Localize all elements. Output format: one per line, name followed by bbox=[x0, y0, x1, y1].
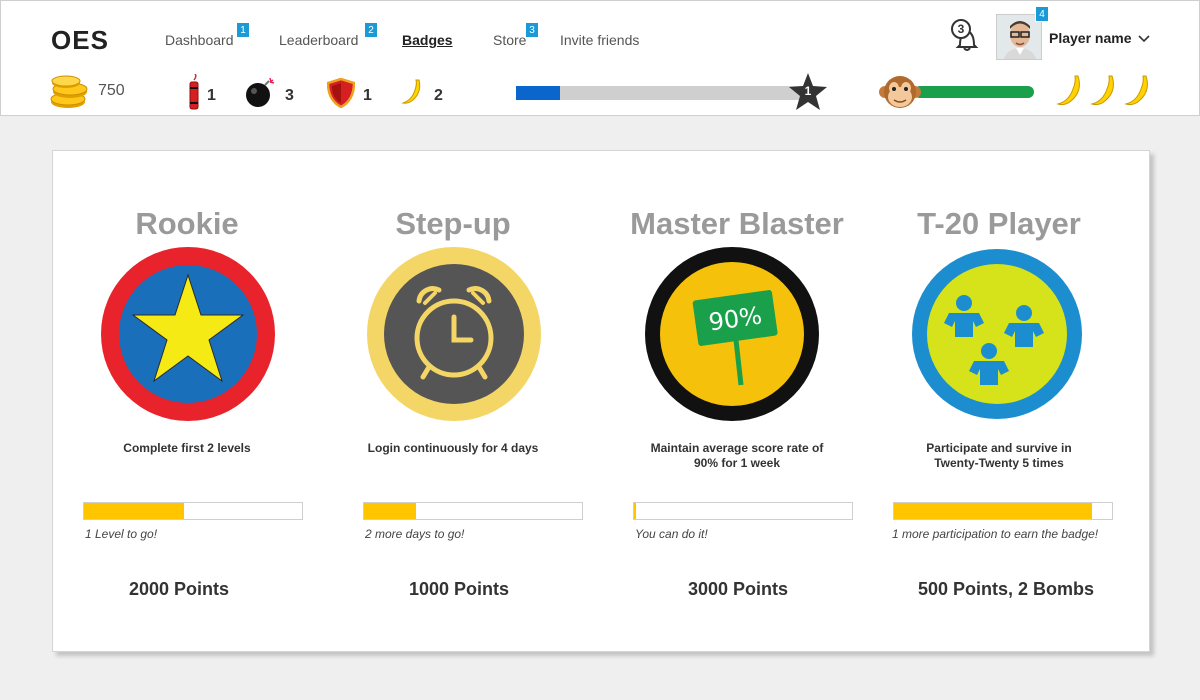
bomb-icon bbox=[245, 77, 277, 113]
dynamite-icon bbox=[186, 73, 202, 115]
badge-description: Participate and survive in Twenty-Twenty… bbox=[926, 441, 1072, 470]
nav-badges[interactable]: Badges bbox=[402, 32, 453, 48]
score-sign-icon: 90% bbox=[643, 245, 821, 423]
alarm-clock-icon bbox=[365, 245, 543, 423]
nav-leaderboard-badge: 2 bbox=[364, 22, 378, 38]
badge-progress-fill bbox=[84, 503, 185, 519]
badge-points: 500 Points, 2 Bombs bbox=[917, 579, 1095, 599]
badge-progress-bar bbox=[633, 502, 853, 520]
banana-icon bbox=[401, 78, 425, 111]
team-icon bbox=[910, 247, 1084, 421]
badges-panel: Rookie Complete first 2 levels 1 Level t… bbox=[52, 150, 1150, 652]
badge-title: Master Blaster bbox=[630, 206, 844, 241]
coins-icon bbox=[48, 74, 90, 115]
bananas-count: 2 bbox=[434, 87, 443, 104]
badge-progress-fill bbox=[364, 503, 417, 519]
nav-store[interactable]: Store bbox=[493, 32, 526, 48]
badge-points: 1000 Points bbox=[408, 579, 510, 599]
player-name-dropdown[interactable]: Player name bbox=[1049, 30, 1132, 46]
badge-title: Rookie bbox=[135, 206, 239, 241]
shield-icon bbox=[326, 77, 356, 113]
life-banana-icon bbox=[1056, 74, 1086, 108]
badge-card-t20-player[interactable]: T-20 Player Participate and survive in T… bbox=[879, 151, 1119, 651]
app-logo[interactable]: OES bbox=[51, 25, 109, 56]
badge-card-master-blaster[interactable]: Master Blaster 90% Maintain average scor… bbox=[592, 151, 882, 651]
bombs-count: 3 bbox=[285, 87, 294, 104]
notifications-bell-icon[interactable]: 3 bbox=[951, 19, 981, 53]
badge-progress-fill bbox=[894, 503, 1093, 519]
nav-store-badge: 3 bbox=[525, 22, 539, 38]
nav-leaderboard[interactable]: Leaderboard bbox=[279, 32, 358, 48]
top-navigation: OES Dashboard 1 Leaderboard 2 Badges Sto… bbox=[0, 0, 1200, 70]
monkey-avatar-icon bbox=[879, 72, 921, 112]
level-number: 1 bbox=[804, 84, 812, 98]
badge-progress-note: 1 Level to go! bbox=[85, 527, 158, 541]
badge-progress-note: You can do it! bbox=[635, 527, 708, 541]
badge-card-step-up[interactable]: Step-up Login continuously for 4 days 2 … bbox=[323, 151, 583, 651]
life-banana-icon bbox=[1090, 74, 1120, 108]
badge-description: Login continuously for 4 days bbox=[367, 441, 539, 455]
xp-progress-bar bbox=[516, 86, 806, 100]
badge-points: 2000 Points bbox=[128, 579, 230, 599]
profile-badge: 4 bbox=[1035, 6, 1049, 22]
nav-dashboard[interactable]: Dashboard bbox=[165, 32, 234, 48]
badge-progress-fill bbox=[634, 503, 637, 519]
badge-progress-note: 2 more days to go! bbox=[365, 527, 465, 541]
badge-description: Maintain average score rate of 90% for 1… bbox=[650, 441, 824, 470]
badge-title: T-20 Player bbox=[917, 206, 1081, 241]
badge-progress-bar bbox=[363, 502, 583, 520]
badge-card-rookie[interactable]: Rookie Complete first 2 levels 1 Level t… bbox=[57, 151, 317, 651]
chevron-down-icon[interactable] bbox=[1138, 31, 1150, 49]
coins-count: 750 bbox=[98, 82, 125, 99]
star-icon bbox=[99, 245, 277, 423]
badge-description: Complete first 2 levels bbox=[123, 441, 251, 455]
life-banana-icon bbox=[1124, 74, 1154, 108]
badge-title: Step-up bbox=[395, 206, 511, 241]
badge-progress-bar bbox=[893, 502, 1113, 520]
dynamite-count: 1 bbox=[207, 87, 216, 104]
nav-invite-friends[interactable]: Invite friends bbox=[560, 32, 639, 48]
xp-progress-fill bbox=[516, 86, 560, 100]
badge-progress-note: 1 more participation to earn the badge! bbox=[892, 527, 1099, 541]
shields-count: 1 bbox=[363, 87, 372, 104]
nav-dashboard-badge: 1 bbox=[236, 22, 250, 38]
health-bar bbox=[914, 86, 1034, 98]
notifications-count: 3 bbox=[951, 19, 971, 39]
badge-progress-bar bbox=[83, 502, 303, 520]
badge-points: 3000 Points bbox=[687, 579, 789, 599]
